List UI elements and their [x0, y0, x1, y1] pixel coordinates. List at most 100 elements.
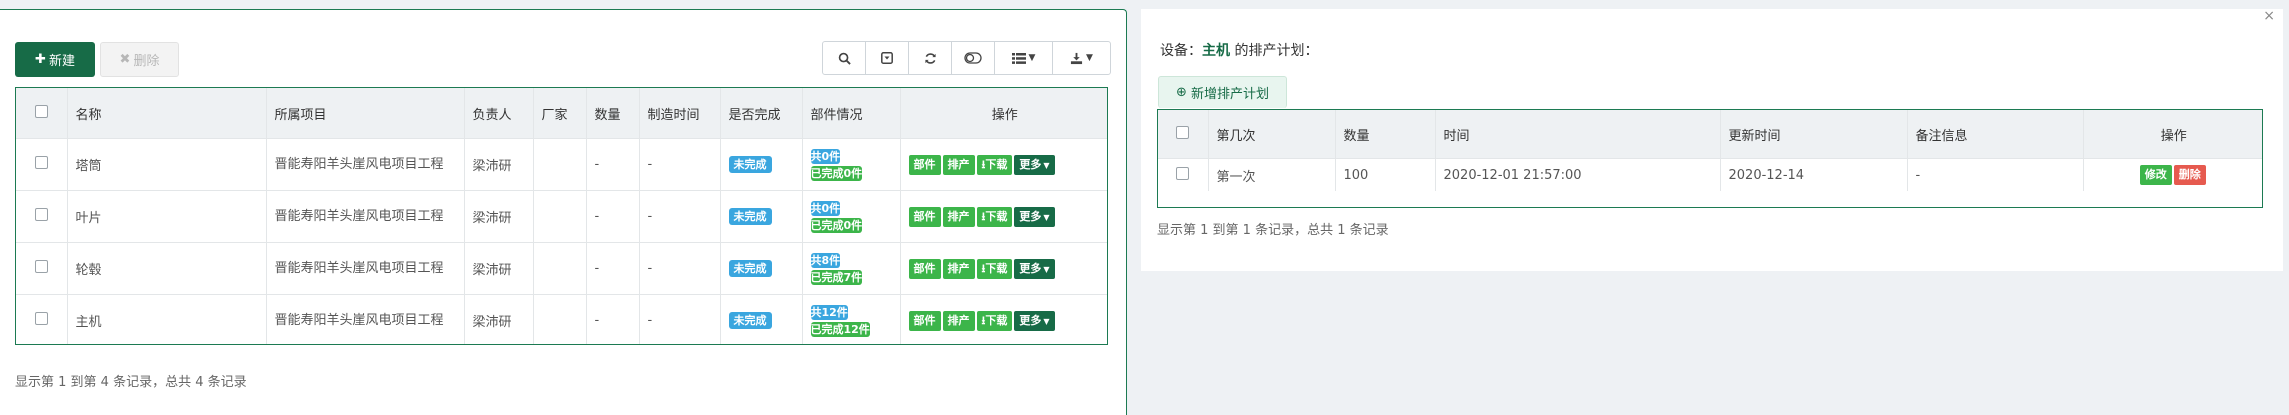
select-all-checkbox[interactable]: [1176, 125, 1190, 139]
col-header-updated[interactable]: 更新时间: [1720, 110, 1908, 159]
col-header-quantity[interactable]: 数量: [1335, 110, 1436, 159]
col-header-status[interactable]: 是否完成: [720, 88, 803, 139]
export-icon: [1070, 52, 1083, 64]
cell-quantity: 100: [1335, 158, 1436, 191]
col-header-quantity[interactable]: 数量: [586, 88, 640, 139]
cell-owner: 梁沛研: [464, 190, 534, 243]
more-button[interactable]: 更多 ▼: [1014, 154, 1055, 175]
download-label: 下载: [985, 261, 1008, 275]
schedule-button[interactable]: 排产: [942, 154, 975, 175]
more-label: 更多: [1019, 209, 1042, 223]
schedule-title: 设备：主机 的排产计划：: [1160, 40, 1318, 60]
parts-button[interactable]: 部件: [908, 310, 941, 331]
cell-name: 叶片: [67, 190, 267, 243]
plus-icon: ✚: [35, 52, 46, 67]
parts-button[interactable]: 部件: [908, 154, 941, 175]
columns-icon: [1011, 52, 1026, 64]
download-button[interactable]: ⭳下载: [976, 258, 1013, 279]
chevron-down-icon: ▼: [1028, 53, 1036, 63]
col-header-parts[interactable]: 部件情况: [802, 88, 901, 139]
table-row[interactable]: 叶片 晋能寿阳羊头崖风电项目工程 梁沛研 - - 未完成 共0件 已完成0件 部件…: [16, 190, 1107, 243]
col-header-project[interactable]: 所属项目: [266, 88, 465, 139]
col-header-name[interactable]: 名称: [67, 88, 267, 139]
col-header-vendor[interactable]: 厂家: [533, 88, 587, 139]
delete-button[interactable]: ✖ 删除: [100, 42, 179, 77]
more-button[interactable]: 更多 ▼: [1014, 258, 1055, 279]
parts-done-badge: 已完成12件: [810, 321, 870, 337]
col-header-actions: 操作: [900, 88, 1107, 139]
row-checkbox[interactable]: [34, 312, 48, 325]
search-button[interactable]: [823, 42, 866, 74]
more-label: 更多: [1019, 261, 1042, 275]
toggle-icon: [881, 52, 893, 64]
toggle-button[interactable]: [866, 42, 909, 74]
status-badge: 未完成: [728, 156, 772, 173]
download-button[interactable]: ⭳下载: [976, 310, 1013, 331]
schedule-button[interactable]: 排产: [942, 310, 975, 331]
cell-time: 2020-12-01 21:57:00: [1435, 158, 1721, 191]
row-actions: 部件 排产 ⭳下载 更多 ▼: [900, 190, 1107, 243]
download-label: 下载: [985, 313, 1008, 327]
schedule-panel: × 设备：主机 的排产计划： ⊕ 新增排产计划 第几次 数量 时间 更新时间 备…: [1141, 9, 2283, 271]
schedule-button[interactable]: 排产: [942, 206, 975, 227]
cell-vendor: [533, 190, 587, 243]
row-checkbox[interactable]: [34, 208, 48, 221]
table-row[interactable]: 塔筒 晋能寿阳羊头崖风电项目工程 梁沛研 - - 未完成 共0件 已完成0件 部件…: [16, 138, 1107, 191]
edit-button[interactable]: 修改: [2139, 165, 2172, 185]
refresh-button[interactable]: [909, 42, 952, 74]
cell-name: 主机: [67, 294, 267, 344]
columns-button[interactable]: ▼: [995, 42, 1053, 74]
select-all-checkbox[interactable]: [34, 104, 48, 118]
col-header-note[interactable]: 备注信息: [1907, 110, 2084, 159]
table-header-row: 名称 所属项目 负责人 厂家 数量 制造时间 是否完成 部件情况 操作: [16, 88, 1107, 139]
row-checkbox[interactable]: [34, 156, 48, 169]
cell-quantity: -: [586, 242, 640, 295]
cell-quantity: -: [586, 138, 640, 191]
more-button[interactable]: 更多 ▼: [1014, 310, 1055, 331]
parts-button[interactable]: 部件: [908, 258, 941, 279]
row-actions: 部件 排产 ⭳下载 更多 ▼: [900, 294, 1107, 344]
col-header-nth[interactable]: 第几次: [1208, 110, 1336, 159]
export-button[interactable]: ▼: [1053, 42, 1110, 74]
parts-table: 名称 所属项目 负责人 厂家 数量 制造时间 是否完成 部件情况 操作 塔筒 晋…: [15, 87, 1108, 345]
download-button[interactable]: ⭳下载: [976, 154, 1013, 175]
search-icon: [838, 52, 851, 65]
delete-row-button[interactable]: 删除: [2173, 165, 2206, 185]
cell-owner: 梁沛研: [464, 294, 534, 344]
close-icon[interactable]: ×: [2263, 9, 2275, 23]
add-plan-button[interactable]: ⊕ 新增排产计划: [1158, 76, 1287, 108]
download-button[interactable]: ⭳下载: [976, 206, 1013, 227]
row-actions: 修改 删除: [2083, 158, 2262, 191]
cell-vendor: [533, 242, 587, 295]
cell-name: 塔筒: [67, 138, 267, 191]
parts-total-badge: 共0件: [810, 148, 841, 164]
parts-done-badge: 已完成0件: [810, 217, 863, 233]
parts-total-badge: 共0件: [810, 200, 841, 216]
parts-done-badge: 已完成0件: [810, 165, 863, 181]
table-row[interactable]: 轮毂 晋能寿阳羊头崖风电项目工程 梁沛研 - - 未完成 共8件 已完成7件 部件…: [16, 242, 1107, 295]
more-button[interactable]: 更多 ▼: [1014, 206, 1055, 227]
cell-project: 晋能寿阳羊头崖风电项目工程: [266, 294, 465, 344]
cell-vendor: [533, 138, 587, 191]
row-checkbox[interactable]: [1176, 166, 1190, 180]
parts-button[interactable]: 部件: [908, 206, 941, 227]
more-label: 更多: [1019, 157, 1042, 171]
col-header-owner[interactable]: 负责人: [464, 88, 534, 139]
device-name: 主机: [1202, 43, 1230, 59]
table-row[interactable]: 主机 晋能寿阳羊头崖风电项目工程 梁沛研 - - 未完成 共12件 已完成12件 …: [16, 294, 1107, 344]
table-row[interactable]: 第一次 100 2020-12-01 21:57:00 2020-12-14 -…: [1158, 158, 2262, 191]
col-header-time[interactable]: 时间: [1435, 110, 1721, 159]
row-actions: 部件 排产 ⭳下载 更多 ▼: [900, 242, 1107, 295]
remove-icon: ✖: [119, 52, 131, 67]
cell-made-time: -: [639, 242, 721, 295]
row-checkbox[interactable]: [34, 260, 48, 273]
cell-nth: 第一次: [1208, 158, 1336, 191]
switch-view-button[interactable]: [952, 42, 995, 74]
col-header-made-time[interactable]: 制造时间: [639, 88, 721, 139]
parts-done-badge: 已完成7件: [810, 269, 863, 285]
schedule-button[interactable]: 排产: [942, 258, 975, 279]
title-suffix: 的排产计划：: [1230, 43, 1319, 59]
download-label: 下载: [985, 209, 1008, 223]
new-button-label: 新建: [48, 54, 75, 69]
new-button[interactable]: ✚ 新建: [15, 42, 95, 77]
